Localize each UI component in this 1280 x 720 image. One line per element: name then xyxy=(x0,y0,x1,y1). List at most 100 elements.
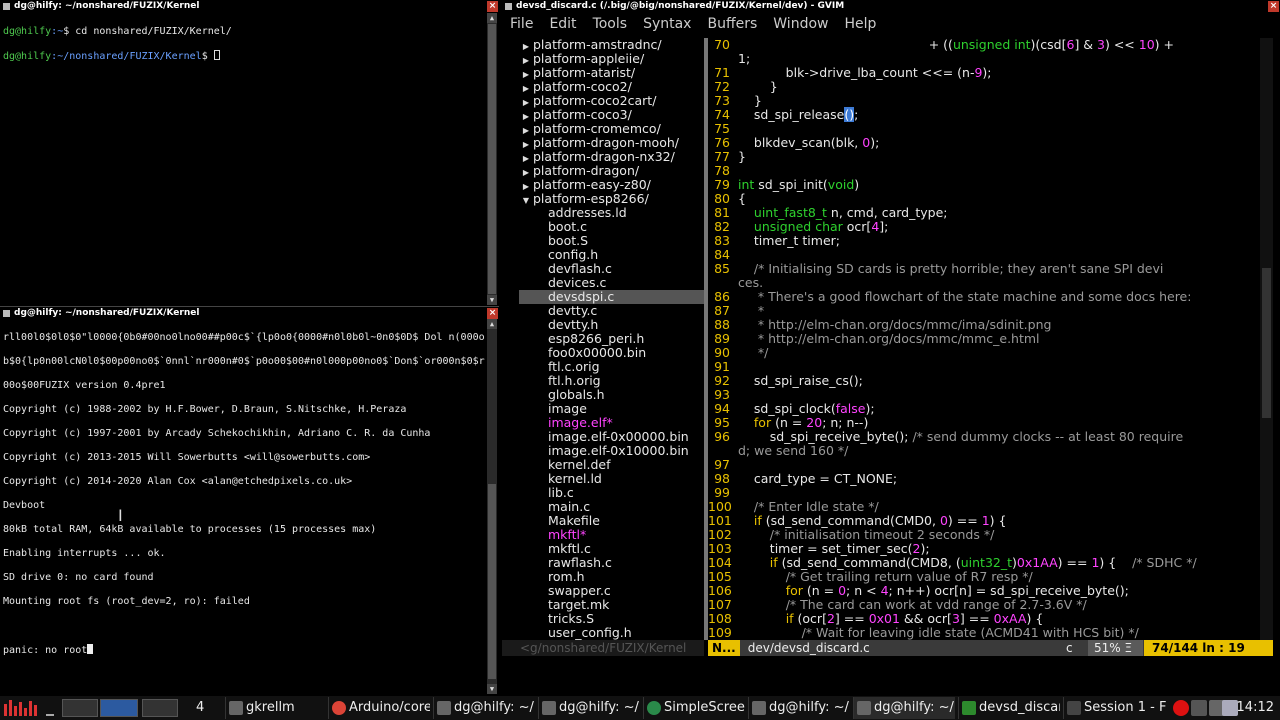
task-terminal[interactable]: dg@hilfy: ~/ xyxy=(853,697,955,719)
record-icon[interactable] xyxy=(1173,700,1189,716)
term1-scrollbar[interactable]: ▲ ▼ xyxy=(487,13,497,305)
code-line[interactable]: 80 { xyxy=(708,192,1260,206)
scroll-thumb[interactable] xyxy=(1262,268,1271,418)
window-menu-icon[interactable] xyxy=(3,3,10,10)
tree-file-item[interactable]: image xyxy=(519,402,704,416)
tree-file-item[interactable]: kernel.ld xyxy=(519,472,704,486)
code-line[interactable]: 89 * http://elm-chan.org/docs/mmc/mmc_e.… xyxy=(708,332,1260,346)
tree-file-item[interactable]: rom.h xyxy=(519,570,704,584)
scroll-up-icon[interactable]: ▲ xyxy=(487,319,497,329)
code-line[interactable]: 76 blkdev_scan(blk, 0); xyxy=(708,136,1260,150)
task-terminal[interactable]: dg@hilfy: ~/ xyxy=(538,697,640,719)
menu-help[interactable]: Help xyxy=(836,13,884,36)
code-line[interactable]: 94 sd_spi_clock(false); xyxy=(708,402,1260,416)
code-line[interactable]: 84 xyxy=(708,248,1260,262)
tree-file-item[interactable]: target.mk xyxy=(519,598,704,612)
code-line[interactable]: 97 xyxy=(708,458,1260,472)
code-line[interactable]: 77} xyxy=(708,150,1260,164)
code-line[interactable]: 102 /* initialisation timeout 2 seconds … xyxy=(708,528,1260,542)
tree-file-item[interactable]: boot.S xyxy=(519,234,704,248)
tree-file-item[interactable]: devflash.c xyxy=(519,262,704,276)
tree-file-item[interactable]: devtty.c xyxy=(519,304,704,318)
tree-dir-item[interactable]: ▶ platform-dragon-mooh/ xyxy=(519,136,704,150)
close-icon[interactable]: × xyxy=(487,308,498,319)
tree-dir-item[interactable]: ▼ platform-esp8266/ xyxy=(519,192,704,206)
term1-titlebar[interactable]: dg@hilfy: ~/nonshared/FUZIX/Kernel × xyxy=(0,0,499,13)
code-line[interactable]: 95 for (n = 20; n; n--) xyxy=(708,416,1260,430)
code-line[interactable]: d; we send 160 */ xyxy=(708,444,1260,458)
menu-file[interactable]: File xyxy=(502,13,541,36)
code-line[interactable]: 86 * There's a good flowchart of the sta… xyxy=(708,290,1260,304)
term2-titlebar[interactable]: dg@hilfy: ~/nonshared/FUZIX/Kernel × xyxy=(0,306,499,319)
code-editor[interactable]: 70 + ((unsigned int)(csd[6] & 3) << 10) … xyxy=(708,38,1260,640)
code-line[interactable]: 104 if (sd_send_command(CMD8, (uint32_t)… xyxy=(708,556,1260,570)
code-line[interactable]: 91 xyxy=(708,360,1260,374)
tree-file-item[interactable]: tricks.S xyxy=(519,612,704,626)
tree-file-item[interactable]: globals.h xyxy=(519,388,704,402)
volume-icon[interactable] xyxy=(1191,700,1207,716)
code-line[interactable]: 100 /* Enter Idle state */ xyxy=(708,500,1260,514)
tree-dir-item[interactable]: ▶ platform-atarist/ xyxy=(519,66,704,80)
tree-file-item[interactable]: addresses.ld xyxy=(519,206,704,220)
tree-dir-item[interactable]: ▶ platform-coco2cart/ xyxy=(519,94,704,108)
tree-file-item[interactable]: swapper.c xyxy=(519,584,704,598)
close-icon[interactable]: × xyxy=(487,1,498,12)
code-line[interactable]: 98 card_type = CT_NONE; xyxy=(708,472,1260,486)
menu-tools[interactable]: Tools xyxy=(585,13,636,36)
tree-dir-item[interactable]: ▶ platform-amstradnc/ xyxy=(519,38,704,52)
code-line[interactable]: 105 /* Get trailing return value of R7 r… xyxy=(708,570,1260,584)
close-icon[interactable]: × xyxy=(1268,1,1279,12)
code-line[interactable]: 87 * xyxy=(708,304,1260,318)
tree-file-item[interactable]: image.elf-0x10000.bin xyxy=(519,444,704,458)
code-line[interactable]: 92 sd_spi_raise_cs(); xyxy=(708,374,1260,388)
code-line[interactable]: 96 sd_spi_receive_byte(); /* send dummy … xyxy=(708,430,1260,444)
code-line[interactable]: 70 + ((unsigned int)(csd[6] & 3) << 10) … xyxy=(708,38,1260,52)
task-session[interactable]: Session 1 - F xyxy=(1063,697,1167,719)
code-line[interactable]: 81 uint_fast8_t n, cmd, card_type; xyxy=(708,206,1260,220)
tree-file-item[interactable]: image.elf-0x00000.bin xyxy=(519,430,704,444)
minimize-all-icon[interactable] xyxy=(46,700,54,716)
tree-file-item[interactable]: ftl.c.orig xyxy=(519,360,704,374)
tree-file-item[interactable]: devtty.h xyxy=(519,318,704,332)
task-terminal[interactable]: dg@hilfy: ~/ xyxy=(748,697,850,719)
nerdtree-file-tree[interactable]: ▶ platform-amstradnc/▶ platform-appleiie/▶… xyxy=(519,38,704,640)
tree-file-item[interactable]: Makefile xyxy=(519,514,704,528)
scroll-thumb[interactable] xyxy=(488,24,496,294)
tree-file-item[interactable]: foo0x00000.bin xyxy=(519,346,704,360)
code-line[interactable]: 74 sd_spi_release(); xyxy=(708,107,1260,122)
tree-file-item[interactable]: image.elf* xyxy=(519,416,704,430)
code-line[interactable]: 85 /* Initialising SD cards is pretty ho… xyxy=(708,262,1260,276)
code-line[interactable]: 82 unsigned char ocr[4]; xyxy=(708,220,1260,234)
task-terminal[interactable]: dg@hilfy: ~/ xyxy=(433,697,535,719)
menu-edit[interactable]: Edit xyxy=(541,13,584,36)
tree-file-item[interactable]: mkftl.c xyxy=(519,542,704,556)
tree-file-item[interactable]: boot.c xyxy=(519,220,704,234)
task-gkrellm[interactable]: gkrellm xyxy=(225,697,325,719)
code-line[interactable]: 101 if (sd_send_command(CMD0, 0) == 1) { xyxy=(708,514,1260,528)
tree-file-item[interactable]: kernel.def xyxy=(519,458,704,472)
code-line[interactable]: 93 xyxy=(708,388,1260,402)
workspace-2[interactable] xyxy=(100,699,138,717)
code-line[interactable]: 108 if (ocr[2] == 0x01 && ocr[3] == 0xAA… xyxy=(708,612,1260,626)
task-simplescreenrecorder[interactable]: SimpleScree xyxy=(643,697,745,719)
code-line[interactable]: 88 * http://elm-chan.org/docs/mmc/ima/sd… xyxy=(708,318,1260,332)
task-gvim[interactable]: devsd_discar xyxy=(958,697,1060,719)
scroll-down-icon[interactable]: ▼ xyxy=(487,295,497,305)
tree-dir-item[interactable]: ▶ platform-coco2/ xyxy=(519,80,704,94)
code-line[interactable]: 106 for (n = 0; n < 4; n++) ocr[n] = sd_… xyxy=(708,584,1260,598)
code-line[interactable]: 90 */ xyxy=(708,346,1260,360)
editor-scrollbar[interactable] xyxy=(1260,38,1273,640)
tree-dir-item[interactable]: ▶ platform-cromemco/ xyxy=(519,122,704,136)
code-line[interactable]: 75 xyxy=(708,122,1260,136)
tree-file-item[interactable]: lib.c xyxy=(519,486,704,500)
term1-body[interactable]: dg@hilfy:~$ cd nonshared/FUZIX/Kernel/ d… xyxy=(0,13,487,292)
tree-dir-item[interactable]: ▶ platform-coco3/ xyxy=(519,108,704,122)
term2-scrollbar[interactable]: ▲ ▼ xyxy=(487,319,497,694)
tree-file-item[interactable]: devices.c xyxy=(519,276,704,290)
code-line[interactable]: 79 int sd_spi_init(void) xyxy=(708,178,1260,192)
code-line[interactable]: 107 /* The card can work at vdd range of… xyxy=(708,598,1260,612)
code-line[interactable]: 103 timer = set_timer_sec(2); xyxy=(708,542,1260,556)
code-line[interactable]: ces. xyxy=(708,276,1260,290)
term2-body[interactable]: rll00l0$0l0$0"l0000{0b0#00no0lno00##p00c… xyxy=(0,319,487,694)
tree-file-item[interactable]: main.c xyxy=(519,500,704,514)
